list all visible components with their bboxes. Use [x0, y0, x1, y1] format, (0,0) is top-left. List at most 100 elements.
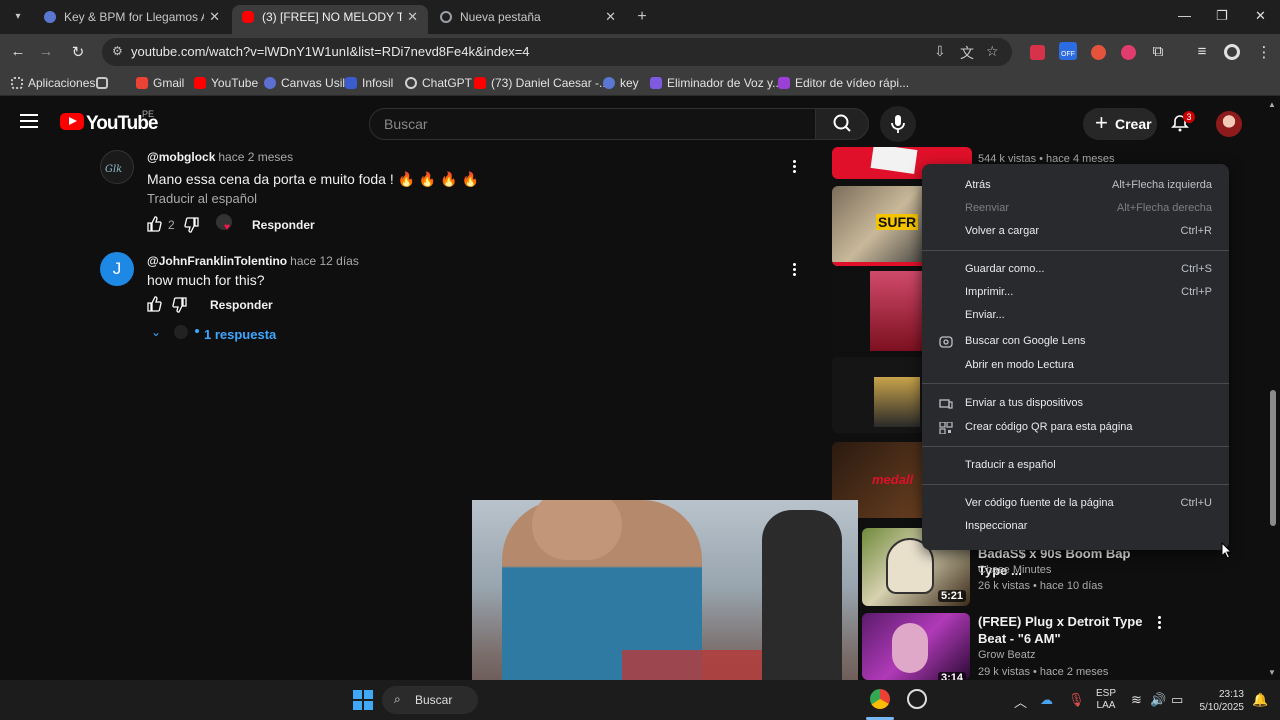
commenter-avatar[interactable]: Glk — [100, 150, 134, 184]
new-tab-plus-icon[interactable]: + — [632, 7, 652, 27]
menu-item-forward[interactable]: Reenviar Alt+Flecha derecha — [922, 198, 1229, 220]
bookmark-vocal-remover[interactable]: Eliminador de Voz y... — [650, 76, 782, 90]
chrome-menu-icon[interactable]: ⋮ — [1254, 43, 1274, 61]
close-tab-icon[interactable]: ✕ — [209, 5, 220, 29]
extensions-puzzle-icon[interactable]: ⧉ — [1148, 43, 1168, 60]
address-bar[interactable]: ⚙ youtube.com/watch?v=lWDnY1W1unI&list=R… — [102, 38, 1012, 66]
video-channel[interactable]: Grow Beatz — [978, 649, 1035, 661]
reply-button[interactable]: Responder — [210, 298, 273, 312]
site-info-icon[interactable]: ⚙ — [112, 44, 123, 58]
video-thumbnail[interactable] — [832, 271, 932, 351]
menu-item-google-lens[interactable]: Buscar con Google Lens — [922, 331, 1229, 353]
scrollbar-thumb[interactable] — [1270, 390, 1276, 526]
extension-red-icon[interactable] — [1030, 45, 1045, 60]
bookmark-infosil[interactable]: Infosil — [345, 76, 393, 90]
taskbar-clock[interactable]: 23:13 5/10/2025 — [1196, 688, 1245, 714]
battery-icon[interactable]: ▭ — [1171, 692, 1183, 708]
menu-item-inspect[interactable]: Inspeccionar — [922, 516, 1229, 538]
profile-icon[interactable] — [1224, 44, 1240, 60]
obs-taskbar-icon[interactable] — [907, 689, 927, 709]
extension-record-icon[interactable] — [1121, 45, 1136, 60]
like-icon[interactable] — [146, 296, 162, 312]
menu-item-translate[interactable]: Traducir a español — [922, 455, 1229, 477]
bookmark-star-icon[interactable]: ☆ — [986, 43, 999, 60]
extension-off-icon[interactable]: OFF — [1059, 42, 1077, 60]
tab-key-bpm[interactable]: Key & BPM for Llegamos A La C ✕ — [34, 5, 230, 34]
scroll-up-icon[interactable]: ▲ — [1268, 100, 1276, 109]
video-channel[interactable]: Chase Minutes — [978, 564, 1051, 576]
reload-icon[interactable]: ↻ — [68, 43, 88, 61]
replies-link[interactable]: 1 respuesta — [204, 327, 276, 342]
comment-author[interactable]: @mobglock hace 2 meses — [147, 150, 293, 164]
tab-new-tab[interactable]: Nueva pestaña ✕ — [430, 5, 626, 34]
wifi-icon[interactable]: ≋ — [1131, 692, 1142, 708]
dislike-icon[interactable] — [184, 217, 200, 233]
comment-text: how much for this? — [147, 272, 265, 288]
bookmark-canvas[interactable]: Canvas Usil — [264, 76, 345, 90]
forward-arrow-icon[interactable]: → — [36, 43, 56, 60]
tab-search-chevron-icon[interactable]: ▾ — [8, 7, 28, 27]
menu-item-qr-code[interactable]: Crear código QR para esta página — [922, 417, 1229, 439]
scroll-down-icon[interactable]: ▼ — [1268, 668, 1276, 677]
taskbar-search-box[interactable]: ⌕ Buscar — [382, 686, 478, 714]
expand-replies-chevron-icon[interactable]: ⌄ — [151, 325, 161, 339]
back-arrow-icon[interactable]: ← — [8, 43, 28, 60]
account-avatar[interactable] — [1216, 111, 1242, 137]
video-title[interactable]: (FREE) Plug x Detroit Type Beat - "6 AM" — [978, 613, 1150, 647]
youtube-search-button[interactable] — [815, 108, 869, 140]
bookmark-apps[interactable]: Aplicaciones — [11, 76, 95, 90]
video-more-icon[interactable] — [1158, 616, 1162, 630]
youtube-search-input[interactable]: Buscar — [369, 108, 816, 140]
menu-item-send[interactable]: Enviar... — [922, 305, 1229, 327]
onedrive-cloud-icon[interactable]: ☁ — [1040, 692, 1053, 708]
dislike-icon[interactable] — [172, 297, 188, 313]
close-tab-icon[interactable]: ✕ — [605, 5, 616, 29]
maximize-window-icon[interactable]: ❐ — [1216, 8, 1228, 24]
commenter-avatar[interactable]: J — [100, 252, 134, 286]
chrome-taskbar-icon[interactable] — [870, 689, 890, 709]
menu-item-view-source[interactable]: Ver código fuente de la página Ctrl+U — [922, 493, 1229, 515]
youtube-logo-icon[interactable] — [60, 113, 84, 130]
microphone-tray-icon[interactable]: 🎙 — [1068, 692, 1085, 708]
reply-button[interactable]: Responder — [252, 218, 315, 232]
volume-icon[interactable]: 🔊 — [1150, 692, 1166, 708]
like-icon[interactable] — [146, 216, 162, 232]
video-thumbnail[interactable] — [832, 357, 932, 433]
hamburger-menu-icon[interactable] — [20, 114, 38, 128]
bookmark-video-editor[interactable]: Editor de vídeo rápi... — [778, 76, 909, 90]
minimize-window-icon[interactable]: — — [1178, 8, 1191, 23]
browser-toolbar: ← → ↻ ⚙ youtube.com/watch?v=lWDnY1W1unI&… — [0, 34, 1280, 70]
comment-author[interactable]: @JohnFranklinTolentino hace 12 días — [147, 254, 359, 268]
page-scrollbar[interactable] — [1266, 96, 1280, 680]
voice-search-button[interactable] — [880, 106, 916, 142]
comment-more-icon[interactable] — [793, 263, 797, 277]
video-thumbnail[interactable]: SUFR — [832, 186, 932, 266]
menu-item-reload[interactable]: Volver a cargar Ctrl+R — [922, 221, 1229, 243]
close-tab-icon[interactable]: ✕ — [407, 5, 418, 29]
menu-item-back[interactable]: Atrás Alt+Flecha izquierda — [922, 175, 1229, 197]
comment-more-icon[interactable] — [793, 160, 797, 174]
menu-item-print[interactable]: Imprimir... Ctrl+P — [922, 282, 1229, 304]
bookmark-gmail[interactable]: Gmail — [136, 76, 184, 90]
language-indicator[interactable]: ESP LAA — [1096, 688, 1116, 712]
show-hidden-icons-chevron-icon[interactable]: ︿ — [1014, 692, 1027, 711]
create-button[interactable]: Crear — [1083, 107, 1157, 140]
media-control-icon[interactable]: ≡ — [1192, 43, 1212, 60]
video-thumbnail[interactable]: 3:14 — [862, 613, 970, 680]
translate-link[interactable]: Traducir al español — [147, 191, 257, 206]
tab-youtube-video[interactable]: (3) [FREE] NO MELODY TYPE BE ✕ — [232, 5, 428, 34]
bookmark-youtube[interactable]: YouTube — [194, 76, 258, 90]
bookmark-daniel-caesar[interactable]: (73) Daniel Caesar -... — [474, 76, 609, 90]
menu-item-reading-mode[interactable]: Abrir en modo Lectura — [922, 355, 1229, 377]
notification-center-icon[interactable]: 🔔 — [1252, 692, 1268, 708]
bookmark-key[interactable]: key — [603, 76, 639, 90]
close-window-icon[interactable]: ✕ — [1255, 8, 1266, 24]
menu-item-save-as[interactable]: Guardar como... Ctrl+S — [922, 259, 1229, 281]
bookmark-chatgpt[interactable]: ChatGPT — [405, 76, 472, 90]
bookmark-label: Editor de vídeo rápi... — [795, 76, 910, 90]
extension-flame-icon[interactable] — [1091, 45, 1106, 60]
install-app-icon[interactable]: ⇩ — [934, 43, 946, 60]
menu-item-send-to-devices[interactable]: Enviar a tus dispositivos — [922, 393, 1229, 415]
translate-icon[interactable]: 文 — [960, 43, 974, 63]
windows-start-icon[interactable] — [353, 690, 373, 710]
